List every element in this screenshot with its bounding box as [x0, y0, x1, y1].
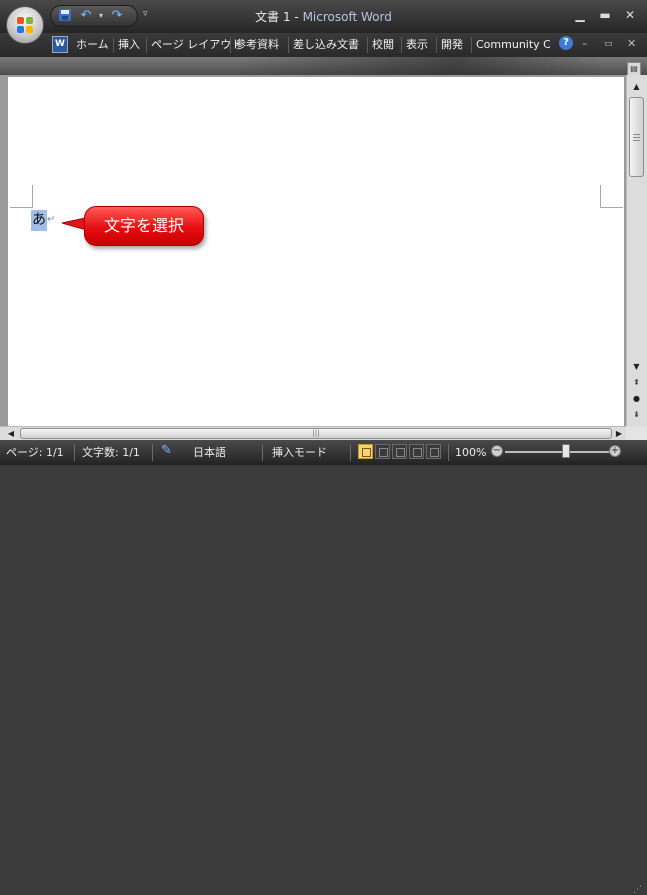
horizontal-scrollbar[interactable]: ◀ ||| ▶ [0, 426, 626, 440]
print-layout-view-button[interactable] [358, 444, 373, 459]
tab-insert[interactable]: 挿入 [115, 35, 143, 55]
word-document-icon: W [52, 36, 68, 53]
status-language[interactable]: 日本語 [193, 446, 226, 459]
window-title: 文書 1 - Microsoft Word [0, 8, 647, 25]
status-bar: ページ: 1/1 文字数: 1/1 ✎ 日本語 挿入モード 100% − + ⋰ [0, 440, 647, 895]
title-separator: - [290, 10, 303, 24]
margin-corner-right [600, 185, 623, 208]
scrollbar-corner [626, 426, 647, 440]
tab-developer[interactable]: 開発 [438, 35, 466, 55]
vertical-scroll-thumb[interactable] [629, 97, 644, 177]
web-layout-view-button[interactable] [392, 444, 407, 459]
scroll-down-icon[interactable]: ▼ [629, 359, 644, 374]
zoom-slider-thumb[interactable] [562, 444, 570, 458]
outline-view-button[interactable] [409, 444, 424, 459]
title-bar: ↶ ▾ ↷ ▿ 文書 1 - Microsoft Word ▁ ▬ ✕ [0, 0, 647, 33]
view-ruler-icon[interactable]: ▤ [627, 62, 641, 76]
tab-community[interactable]: Community Cl [473, 35, 550, 55]
scroll-up-icon[interactable]: ▲ [629, 79, 644, 94]
annotation-callout: 文字を選択 [84, 206, 204, 246]
document-page[interactable] [8, 77, 624, 426]
spelling-check-icon[interactable]: ✎ [161, 444, 172, 457]
zoom-out-icon[interactable]: − [491, 445, 503, 457]
ribbon-close-button[interactable]: ✕ [627, 37, 636, 51]
office-button[interactable] [6, 6, 44, 44]
scroll-right-icon[interactable]: ▶ [612, 427, 626, 440]
vertical-scrollbar[interactable]: ▲ ▼ ⇞ ● ⇟ [626, 75, 647, 426]
zoom-level[interactable]: 100% [455, 446, 486, 459]
ribbon-minimize-button[interactable]: – [582, 37, 588, 51]
app-name: Microsoft Word [302, 10, 392, 24]
status-page[interactable]: ページ: 1/1 [6, 446, 64, 459]
tab-home[interactable]: ホーム [73, 35, 112, 55]
status-mode[interactable]: 挿入モード [272, 446, 327, 459]
help-icon[interactable]: ? [559, 36, 573, 50]
ribbon-tab-bar: W ホーム 挿入 ページ レイアウト 参考資料 差し込み文書 校閲 表示 開発 … [0, 33, 647, 57]
next-page-icon[interactable]: ⇟ [629, 407, 644, 422]
zoom-in-icon[interactable]: + [609, 445, 621, 457]
select-browse-object-icon[interactable]: ● [629, 391, 644, 406]
zoom-slider-track[interactable] [505, 451, 609, 453]
status-word-count[interactable]: 文字数: 1/1 [82, 446, 140, 459]
tab-references[interactable]: 参考資料 [232, 35, 282, 55]
paragraph-mark: ↵ [47, 214, 56, 225]
document-title: 文書 1 [255, 10, 291, 24]
margin-corner-left [10, 185, 33, 208]
tab-review[interactable]: 校閲 [369, 35, 397, 55]
office-logo-icon [17, 17, 33, 33]
ribbon-restore-button[interactable]: ▭ [604, 37, 613, 51]
maximize-button[interactable]: ▬ [595, 6, 615, 24]
close-button[interactable]: ✕ [620, 6, 640, 24]
horizontal-scroll-thumb[interactable]: ||| [20, 428, 612, 439]
selected-text[interactable]: あ [31, 210, 47, 231]
scroll-left-icon[interactable]: ◀ [4, 427, 18, 440]
minimize-button[interactable]: ▁ [570, 6, 590, 24]
resize-grip-icon[interactable]: ⋰ [633, 885, 642, 895]
tab-mailings[interactable]: 差し込み文書 [290, 35, 362, 55]
draft-view-button[interactable] [426, 444, 441, 459]
previous-page-icon[interactable]: ⇞ [629, 375, 644, 390]
tab-view[interactable]: 表示 [403, 35, 431, 55]
full-screen-reading-view-button[interactable] [375, 444, 390, 459]
ribbon-collapsed-strip [0, 57, 647, 75]
